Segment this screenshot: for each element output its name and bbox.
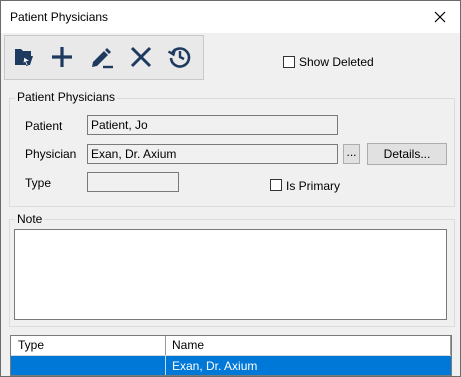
patient-physicians-group-legend: Patient Physicians [15, 90, 118, 104]
details-button[interactable]: Details... [367, 143, 447, 165]
column-header-type[interactable]: Type [18, 338, 44, 352]
grid-row-selected[interactable]: Exan, Dr. Axium [11, 356, 451, 375]
x-icon [130, 46, 152, 68]
column-divider[interactable] [165, 336, 166, 355]
column-header-name[interactable]: Name [172, 338, 204, 352]
type-label: Type [25, 176, 52, 190]
is-primary-checkbox[interactable] [270, 179, 282, 191]
open-record-button[interactable] [9, 41, 39, 73]
row-name-cell: Exan, Dr. Axium [172, 359, 258, 373]
pencil-icon [92, 48, 113, 69]
physicians-grid: Type Name Exan, Dr. Axium [10, 335, 452, 376]
physician-field[interactable]: Exan, Dr. Axium [87, 144, 338, 164]
patient-field[interactable]: Patient, Jo [87, 115, 338, 135]
show-deleted-label: Show Deleted [299, 55, 374, 69]
plus-icon [52, 47, 72, 67]
row-cell-divider [165, 356, 166, 375]
note-textarea[interactable] [14, 229, 447, 320]
open-record-icon [15, 49, 33, 66]
close-button[interactable] [420, 1, 460, 33]
toolbar [4, 35, 204, 80]
note-group-legend: Note [15, 212, 45, 226]
is-primary-label: Is Primary [286, 179, 340, 193]
history-button[interactable] [165, 41, 195, 73]
show-deleted-checkbox[interactable] [283, 56, 295, 68]
title-bar: Patient Physicians [1, 1, 460, 33]
column-divider[interactable] [450, 336, 451, 355]
window-title: Patient Physicians [10, 10, 109, 24]
physician-label: Physician [25, 147, 77, 161]
close-icon [434, 11, 446, 23]
edit-button[interactable] [87, 41, 117, 73]
patient-label: Patient [25, 119, 63, 133]
grid-header: Type Name [11, 336, 451, 356]
add-button[interactable] [47, 41, 77, 73]
patient-physicians-window: Patient Physicians Show Deleted Patient … [0, 0, 461, 377]
delete-button[interactable] [126, 41, 156, 73]
type-field[interactable] [87, 172, 179, 192]
history-clock-icon [167, 47, 191, 68]
physician-browse-button[interactable]: ... [343, 144, 360, 164]
